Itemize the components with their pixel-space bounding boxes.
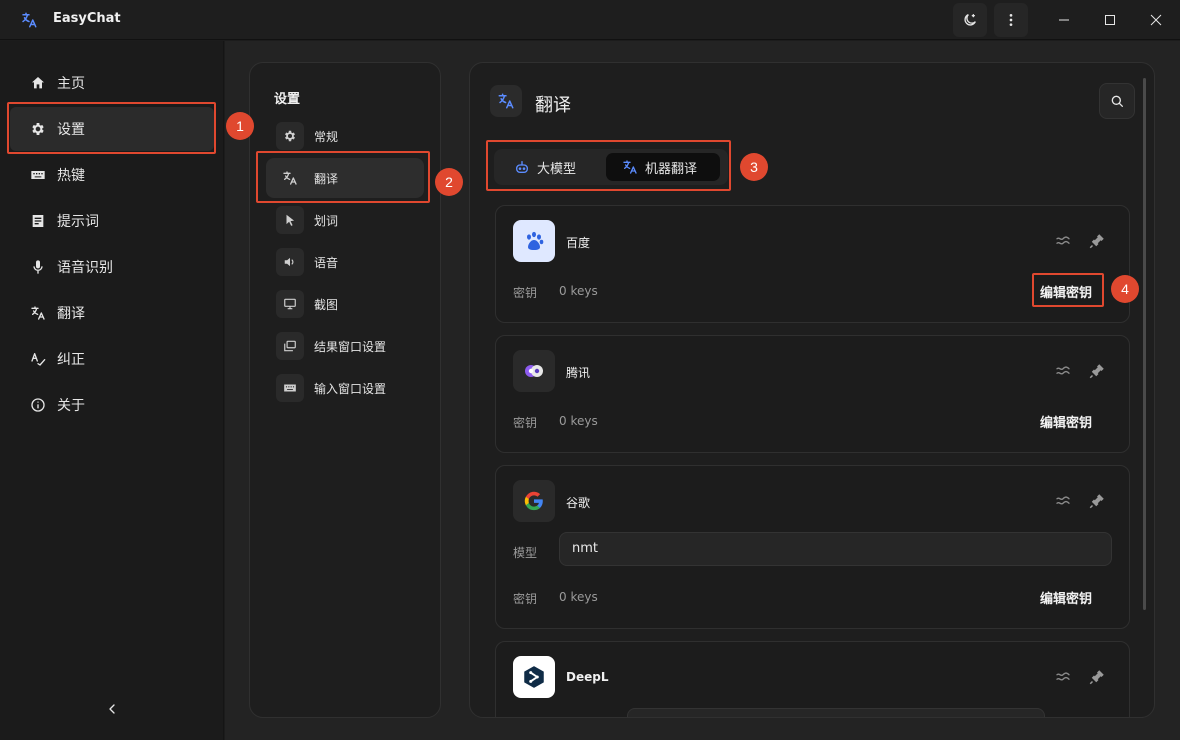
deepl-logo-icon [513,656,555,698]
plug-connect-icon[interactable] [1088,232,1106,250]
provider-name: 谷歌 [566,496,591,510]
sidebar-item-correct[interactable]: 纠正 [10,337,214,381]
link-test-icon[interactable] [1054,492,1072,510]
minimize-icon [1059,19,1069,21]
close-button[interactable] [1133,0,1179,40]
monitor-icon [284,298,296,310]
more-vertical-icon [1009,14,1013,26]
settings-item-label: 语音 [314,256,339,270]
window-icon [284,340,296,352]
edit-key-button[interactable]: 编辑密钥 [1040,588,1092,607]
link-test-icon[interactable] [1054,232,1072,250]
keyboard-icon [31,171,45,179]
key-count: 0 keys [559,590,598,604]
provider-card-tencent: 腾讯 密钥 0 keys 编辑密钥 [495,335,1130,453]
search-icon [1111,95,1123,107]
home-icon [32,77,44,89]
provider-card-google: 谷歌 模型 nmt 密钥 0 keys 编辑密钥 [495,465,1130,629]
settings-panel-title: 设置 [274,92,301,107]
highlight-box [256,151,430,203]
key-count: 0 keys [559,414,598,428]
sidebar-item-label: 提示词 [57,214,99,230]
annotation-badge: 2 [435,168,463,196]
plug-connect-icon[interactable] [1088,668,1106,686]
speaker-icon [284,257,294,267]
provider-name: 百度 [566,236,591,250]
highlight-box [486,140,731,191]
key-label: 密钥 [513,416,538,430]
sidebar-item-label: 主页 [57,76,85,92]
app-title: EasyChat [53,11,121,26]
annotation-badge: 1 [226,112,254,140]
key-label: 密钥 [513,592,538,606]
app-logo-icon [22,12,37,28]
key-label: 密钥 [513,286,538,300]
maximize-icon [1105,15,1115,25]
info-icon [31,398,45,412]
plug-connect-icon[interactable] [1088,492,1106,510]
scrollbar[interactable] [1143,78,1146,610]
prompt-icon [32,215,44,227]
microphone-icon [33,260,43,274]
search-button[interactable] [1099,83,1135,119]
page-title: 翻译 [535,95,571,116]
key-count: 0 keys [559,284,598,298]
sidebar-item-speech[interactable]: 语音识别 [10,245,214,289]
settings-item-label: 划词 [314,214,339,228]
plug-connect-icon[interactable] [1088,362,1106,380]
collapse-sidebar-icon[interactable] [104,701,120,717]
sidebar-item-hotkeys[interactable]: 热键 [10,153,214,197]
highlight-box [7,102,216,154]
sidebar-item-label: 纠正 [57,352,85,368]
annotation-badge: 3 [740,153,768,181]
sidebar-item-about[interactable]: 关于 [10,383,214,427]
sidebar-item-label: 关于 [57,398,85,414]
theme-toggle-button[interactable] [953,3,987,37]
settings-item-general[interactable]: 常规 [266,116,424,156]
settings-item-input-window[interactable]: 输入窗口设置 [266,368,424,408]
annotation-badge: 4 [1111,275,1139,303]
keyboard-icon [284,384,296,392]
link-test-icon[interactable] [1054,362,1072,380]
model-input[interactable]: nmt [559,532,1112,566]
gear-icon [285,130,295,142]
settings-item-screenshot[interactable]: 截图 [266,284,424,324]
baidu-logo-icon [513,220,555,262]
sidebar-item-translate[interactable]: 翻译 [10,291,214,335]
settings-item-result-window[interactable]: 结果窗口设置 [266,326,424,366]
minimize-button[interactable] [1041,0,1087,40]
sidebar-item-label: 翻译 [57,306,85,322]
settings-item-word-select[interactable]: 划词 [266,200,424,240]
settings-item-label: 结果窗口设置 [314,340,387,354]
tencent-logo-icon [513,350,555,392]
translate-icon [498,93,514,109]
provider-name: DeepL [566,670,609,684]
sidebar-item-label: 热键 [57,168,85,184]
spellcheck-icon [31,353,46,366]
translate-icon [31,306,45,320]
settings-item-label: 输入窗口设置 [314,382,387,396]
sidebar-item-prompts[interactable]: 提示词 [10,199,214,243]
sidebar-item-home[interactable]: 主页 [10,61,214,105]
google-logo-icon [513,480,555,522]
model-label: 模型 [513,546,538,560]
provider-name: 腾讯 [566,366,591,380]
sidebar-item-label: 语音识别 [57,260,113,276]
edit-key-button[interactable]: 编辑密钥 [1040,412,1092,431]
settings-item-voice[interactable]: 语音 [266,242,424,282]
more-menu-button[interactable] [994,3,1028,37]
maximize-button[interactable] [1087,0,1133,40]
moon-icon [964,14,976,26]
link-test-icon[interactable] [1054,668,1072,686]
settings-item-label: 常规 [314,130,339,144]
provider-card-deepl: DeepL [495,641,1130,717]
cursor-icon [286,214,295,226]
title-bar: EasyChat [0,0,1180,40]
model-input[interactable] [627,708,1045,717]
close-icon [1150,14,1162,26]
highlight-box [1032,273,1104,307]
settings-item-label: 截图 [314,298,339,312]
